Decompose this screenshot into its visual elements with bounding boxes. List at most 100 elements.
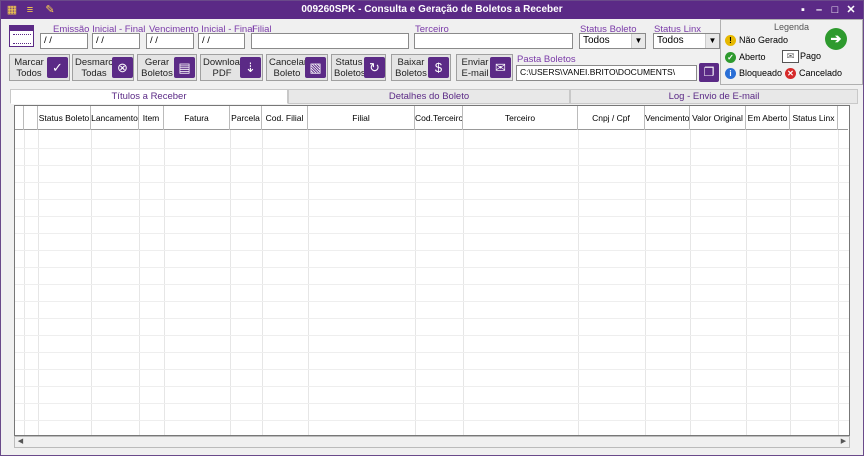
vencimento-inicial-field[interactable]: / /: [146, 33, 194, 49]
grid-column-line: [578, 130, 579, 435]
app-window: ▦ ≡ ✎ 009260SPK - Consulta e Geração de …: [0, 0, 864, 456]
grid-row-line: [15, 250, 849, 251]
col-status-boleto[interactable]: Status Boleto: [38, 106, 91, 130]
emissao-final-field[interactable]: / /: [92, 33, 140, 49]
scroll-right-icon[interactable]: ▶: [838, 437, 849, 447]
select-column-header[interactable]: [24, 106, 38, 130]
legend-pago: ✉ Pago: [782, 50, 821, 63]
legend-aberto-label: Aberto: [739, 52, 766, 62]
marcar-todos-button[interactable]: Marcar Todos ✓: [9, 54, 70, 81]
download-pdf-label: Download PDF: [203, 57, 246, 79]
x-icon: ✕: [785, 68, 796, 80]
tab-titulos-receber[interactable]: Títulos a Receber: [10, 89, 288, 104]
vencimento-final-field[interactable]: / /: [198, 33, 245, 49]
col-terceiro[interactable]: Terceiro: [463, 106, 578, 130]
tab-detalhes-boleto[interactable]: Detalhes do Boleto: [288, 89, 570, 104]
x-circle-icon: ⊗: [112, 57, 133, 78]
grid-column-line: [139, 130, 140, 435]
tab-log-envio-email[interactable]: Log - Envio de E-mail: [570, 89, 858, 104]
grid-row-line: [15, 148, 849, 149]
status-linx-select[interactable]: Todos ▼: [653, 33, 720, 49]
next-arrow-icon[interactable]: ➔: [825, 28, 847, 50]
row-indicator-header: [15, 106, 24, 130]
grid-column-line: [308, 130, 309, 435]
check-icon: ✓: [725, 52, 736, 64]
calendar-icon[interactable]: [9, 25, 34, 47]
warning-icon: !: [725, 35, 736, 47]
download-pdf-button[interactable]: Download PDF ⇣: [200, 54, 263, 81]
grid-row-line: [15, 352, 849, 353]
col-cnpj-cpf[interactable]: Cnpj / Cpf: [578, 106, 645, 130]
grid-row-line: [15, 284, 849, 285]
enviar-email-button[interactable]: Enviar E-mail ✉: [456, 54, 513, 81]
pasta-boletos-label: Pasta Boletos: [517, 54, 576, 65]
check-circle-icon: ✓: [47, 57, 68, 78]
col-cod-terceiro[interactable]: Cod.Terceiro: [415, 106, 463, 130]
grid-row-line: [15, 233, 849, 234]
cancelar-boleto-button[interactable]: Cancelar Boleto ▧: [266, 54, 328, 81]
grid-column-line: [164, 130, 165, 435]
folder-icon: ❐: [703, 65, 715, 79]
grid-row-line: [15, 301, 849, 302]
download-icon: ⇣: [240, 57, 261, 78]
grid-column-line: [790, 130, 791, 435]
chevron-down-icon[interactable]: ▼: [631, 34, 645, 48]
grid-column-line: [463, 130, 464, 435]
grid-column-line: [262, 130, 263, 435]
baixar-boletos-label: Baixar Boletos: [395, 57, 427, 79]
grid-column-line: [91, 130, 92, 435]
col-status-linx[interactable]: Status Linx: [790, 106, 838, 130]
legend-aberto: ✓ Aberto: [725, 52, 766, 64]
titulos-grid[interactable]: Status Boleto Lancamento Item Fatura Par…: [14, 105, 850, 436]
status-linx-value: Todos: [657, 35, 684, 46]
legend-cancelado: ✕ Cancelado: [785, 68, 842, 80]
filial-field[interactable]: [251, 33, 409, 49]
col-item[interactable]: Item: [139, 106, 164, 130]
info-icon: i: [725, 68, 736, 80]
grid-column-line: [838, 130, 839, 435]
gerar-boletos-button[interactable]: Gerar Boletos ▤: [137, 54, 197, 81]
col-em-aberto[interactable]: Em Aberto: [746, 106, 790, 130]
legend-pago-label: Pago: [800, 50, 822, 61]
grid-row-line: [15, 318, 849, 319]
document-cancel-icon: ▧: [305, 57, 326, 78]
status-boleto-select[interactable]: Todos ▼: [579, 33, 646, 49]
col-filial[interactable]: Filial: [308, 106, 415, 130]
desmarcar-todas-label: Desmarcar Todas: [75, 57, 122, 79]
col-lancamento[interactable]: Lancamento: [91, 106, 139, 130]
tab-strip: Títulos a Receber Detalhes do Boleto Log…: [10, 89, 858, 104]
marcar-todos-label: Marcar Todos: [14, 57, 44, 79]
grid-row-line: [15, 403, 849, 404]
status-boletos-label: Status Boletos: [334, 57, 366, 79]
col-fatura[interactable]: Fatura: [164, 106, 230, 130]
maximize-icon[interactable]: □: [828, 3, 842, 17]
envelope-icon: ✉: [782, 50, 799, 63]
legend-bloqueado: i Bloqueado: [725, 68, 782, 80]
baixar-boletos-button[interactable]: Baixar Boletos $: [391, 54, 451, 81]
dollar-icon: $: [428, 57, 449, 78]
desmarcar-todas-button[interactable]: Desmarcar Todas ⊗: [72, 54, 134, 81]
col-parcela[interactable]: Parcela: [230, 106, 262, 130]
minimize-icon[interactable]: –: [812, 3, 826, 17]
col-vencimento[interactable]: Vencimento: [645, 106, 690, 130]
grid-row-line: [15, 199, 849, 200]
horizontal-scrollbar[interactable]: ◀ ▶: [14, 436, 850, 448]
terceiro-field[interactable]: [414, 33, 573, 49]
close-icon[interactable]: ✕: [844, 3, 858, 17]
col-cod-filial[interactable]: Cod. Filial: [262, 106, 308, 130]
chevron-down-icon[interactable]: ▼: [705, 34, 719, 48]
envelope-icon: ✉: [490, 57, 511, 78]
pasta-boletos-field[interactable]: C:\USERS\VANEI.BRITO\DOCUMENTS\: [516, 65, 697, 81]
grid-row-line: [15, 182, 849, 183]
status-boletos-button[interactable]: Status Boletos ↻: [331, 54, 386, 81]
gerar-boletos-label: Gerar Boletos: [141, 57, 173, 79]
col-valor-original[interactable]: Valor Original: [690, 106, 746, 130]
emissao-inicial-field[interactable]: / /: [40, 33, 88, 49]
restore-icon[interactable]: ▪: [796, 3, 810, 17]
grid-column-line: [645, 130, 646, 435]
grid-row-line: [15, 369, 849, 370]
grid-column-line: [746, 130, 747, 435]
legend-nao-gerado-label: Não Gerado: [739, 35, 789, 45]
scroll-left-icon[interactable]: ◀: [15, 437, 26, 447]
folder-browse-button[interactable]: ❐: [699, 63, 719, 82]
